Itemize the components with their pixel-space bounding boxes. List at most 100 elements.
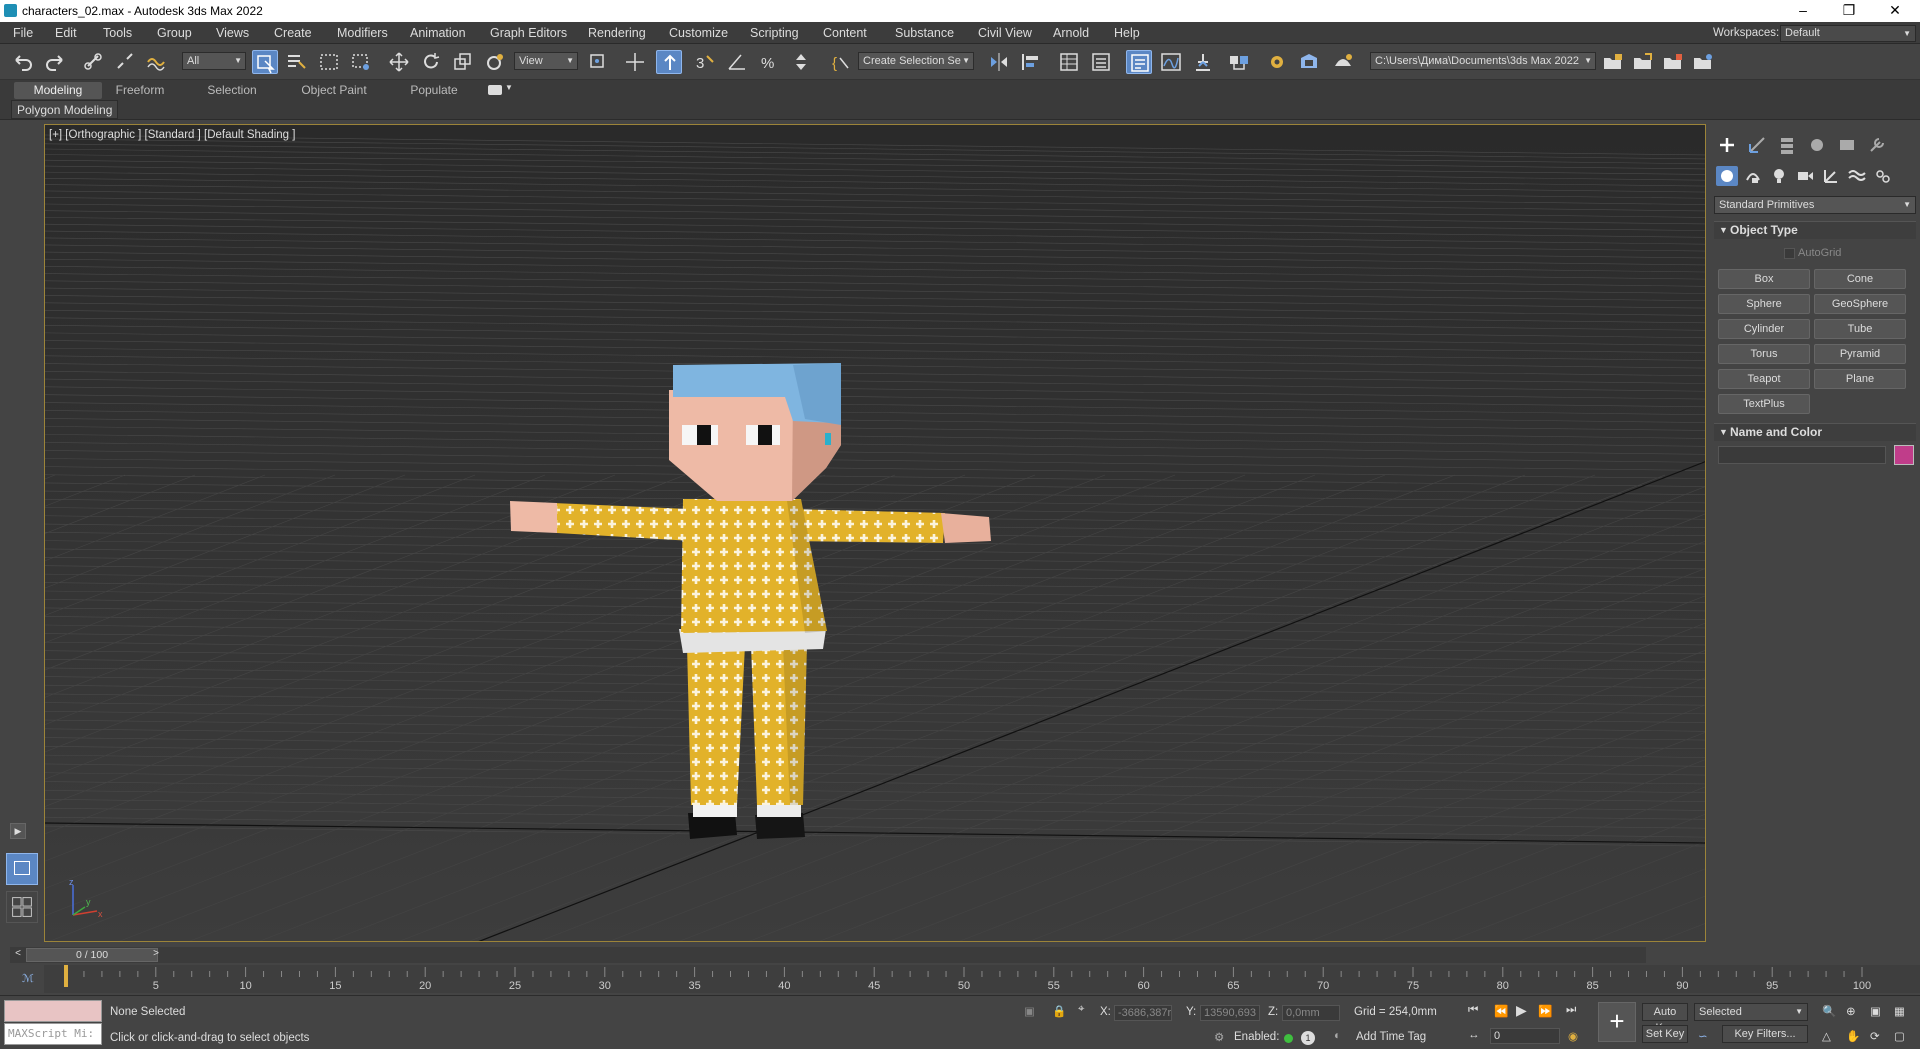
menu-create[interactable]: Create	[274, 26, 312, 40]
spinner-snap-icon[interactable]	[788, 50, 814, 74]
shapes-category-icon[interactable]	[1742, 166, 1764, 186]
zoom-extents-icon[interactable]: ▣	[1870, 1004, 1881, 1018]
time-slider-thumb[interactable]: 0 / 100	[26, 948, 158, 962]
go-to-start-icon[interactable]: ⏮	[1468, 1004, 1478, 1017]
workspace-dropdown[interactable]: Default ▼	[1780, 25, 1916, 42]
rendered-frame-window-icon[interactable]	[1296, 50, 1322, 74]
toggle-ribbon-icon[interactable]	[1088, 50, 1114, 74]
edit-named-selection-icon[interactable]: {	[828, 50, 854, 74]
select-object-icon[interactable]	[252, 50, 278, 74]
teapot-button[interactable]: Teapot	[1718, 369, 1810, 389]
menu-group[interactable]: Group	[157, 26, 192, 40]
previous-frame-icon[interactable]: <	[12, 948, 24, 962]
object-name-field[interactable]	[1718, 446, 1886, 464]
move-icon[interactable]	[386, 50, 412, 74]
project-settings-icon[interactable]	[1690, 50, 1716, 74]
textplus-button[interactable]: TextPlus	[1718, 394, 1810, 414]
ribbon-options-icon[interactable]	[488, 85, 502, 95]
torus-button[interactable]: Torus	[1718, 344, 1810, 364]
rect-selection-icon[interactable]	[316, 50, 342, 74]
pan-view-icon[interactable]: ✋	[1846, 1029, 1860, 1043]
pivot-center-icon[interactable]	[586, 50, 612, 74]
display-panel-icon[interactable]	[1836, 134, 1858, 156]
menu-help[interactable]: Help	[1114, 26, 1140, 40]
object-type-rollout-header[interactable]: ▼ Object Type	[1714, 221, 1916, 239]
open-project-icon[interactable]	[1630, 50, 1656, 74]
box-button[interactable]: Box	[1718, 269, 1810, 289]
select-by-name-icon[interactable]	[284, 50, 310, 74]
zoom-extents-all-icon[interactable]: ▦	[1894, 1004, 1905, 1018]
expand-layouts-icon[interactable]: ▶	[10, 823, 26, 839]
adaptive-degradation-icon[interactable]: ⚙	[1214, 1030, 1224, 1044]
absolute-mode-icon[interactable]: ⌖	[1078, 1003, 1084, 1016]
tab-populate[interactable]: Populate	[396, 82, 472, 99]
previous-key-icon[interactable]: ⏪	[1494, 1004, 1508, 1018]
cameras-category-icon[interactable]	[1794, 166, 1816, 186]
utilities-panel-icon[interactable]	[1866, 134, 1888, 156]
y-coord-field[interactable]: 13590,693	[1200, 1005, 1260, 1021]
material-editor-icon[interactable]	[1226, 50, 1252, 74]
menu-views[interactable]: Views	[216, 26, 249, 40]
add-time-tag-button[interactable]: Add Time Tag	[1356, 1031, 1426, 1043]
auto-key-button[interactable]: Auto Key	[1642, 1003, 1688, 1034]
maxscript-input[interactable]: MAXScript Mi:	[4, 1023, 102, 1045]
polygon-modeling-panel[interactable]: Polygon Modeling	[11, 100, 119, 119]
autogrid-checkbox[interactable]	[1784, 248, 1795, 259]
z-coord-field[interactable]: 0,0mm	[1282, 1005, 1340, 1021]
time-config-icon[interactable]: ↔	[1468, 1029, 1480, 1041]
menu-scripting[interactable]: Scripting	[750, 26, 799, 40]
isolate-selection-icon[interactable]: ▣	[1024, 1004, 1035, 1018]
place-icon[interactable]	[482, 50, 508, 74]
menu-content[interactable]: Content	[823, 26, 867, 40]
unlink-icon[interactable]	[112, 50, 138, 74]
close-button[interactable]: ✕	[1872, 0, 1918, 22]
time-slider[interactable]: < 0 / 100 >	[10, 947, 1646, 963]
create-panel-icon[interactable]	[1716, 134, 1738, 156]
scale-icon[interactable]	[450, 50, 476, 74]
menu-graph-editors[interactable]: Graph Editors	[490, 26, 567, 40]
quad-viewport-layout-icon[interactable]	[6, 891, 38, 923]
menu-rendering[interactable]: Rendering	[588, 26, 646, 40]
selection-filter-dropdown[interactable]: All ▼	[182, 52, 246, 70]
time-configuration-icon[interactable]: ◉	[1568, 1029, 1578, 1043]
menu-civil-view[interactable]: Civil View	[978, 26, 1032, 40]
pyramid-button[interactable]: Pyramid	[1814, 344, 1906, 364]
hierarchy-panel-icon[interactable]	[1776, 134, 1798, 156]
menu-modifiers[interactable]: Modifiers	[337, 26, 388, 40]
cylinder-button[interactable]: Cylinder	[1718, 319, 1810, 339]
render-setup-icon[interactable]	[1264, 50, 1290, 74]
name-and-color-rollout-header[interactable]: ▼ Name and Color	[1714, 423, 1916, 441]
save-project-icon[interactable]	[1660, 50, 1686, 74]
tab-object-paint[interactable]: Object Paint	[290, 82, 378, 99]
maximize-viewport-icon[interactable]: ▢	[1894, 1029, 1905, 1043]
restore-button[interactable]: ❐	[1826, 0, 1872, 22]
motion-panel-icon[interactable]	[1806, 134, 1828, 156]
angle-snap-icon[interactable]	[724, 50, 750, 74]
mirror-icon[interactable]	[986, 50, 1012, 74]
object-color-swatch[interactable]	[1894, 445, 1914, 465]
key-filters-button[interactable]: Key Filters...	[1722, 1025, 1808, 1043]
current-frame-field[interactable]: 0	[1490, 1028, 1560, 1044]
minimize-button[interactable]: –	[1780, 0, 1826, 22]
track-bar[interactable]: 5 10 15 20 25 30 35 40 45 50 55 60 65 70 75 80 85 90 95 100	[44, 965, 1920, 993]
bind-spacewarp-icon[interactable]	[144, 50, 170, 74]
menu-animation[interactable]: Animation	[410, 26, 466, 40]
go-to-end-icon[interactable]: ⏭	[1566, 1004, 1576, 1017]
project-folder-dropdown[interactable]: C:\Users\Дима\Documents\3ds Max 2022 ▼	[1370, 52, 1596, 70]
render-production-icon[interactable]	[1330, 50, 1356, 74]
single-viewport-layout-icon[interactable]	[6, 853, 38, 885]
snaps-toggle-icon[interactable]: 3	[692, 50, 718, 74]
undo-icon[interactable]	[10, 50, 36, 74]
percent-snap-icon[interactable]: %	[756, 50, 782, 74]
tube-button[interactable]: Tube	[1814, 319, 1906, 339]
window-crossing-icon[interactable]	[348, 50, 374, 74]
menu-arnold[interactable]: Arnold	[1053, 26, 1089, 40]
object-category-dropdown[interactable]: Standard Primitives ▼	[1714, 196, 1916, 214]
named-selection-sets-dropdown[interactable]: Create Selection Se ▼	[858, 52, 974, 70]
info-icon[interactable]: 1	[1301, 1031, 1315, 1045]
key-mode-dropdown[interactable]: Selected ▼	[1694, 1003, 1808, 1021]
viewport-label-menu[interactable]: [+] [Orthographic ] [Standard ] [Default…	[49, 129, 295, 141]
menu-substance[interactable]: Substance	[895, 26, 954, 40]
geometry-category-icon[interactable]	[1716, 166, 1738, 186]
zoom-icon[interactable]: 🔍	[1822, 1004, 1836, 1018]
